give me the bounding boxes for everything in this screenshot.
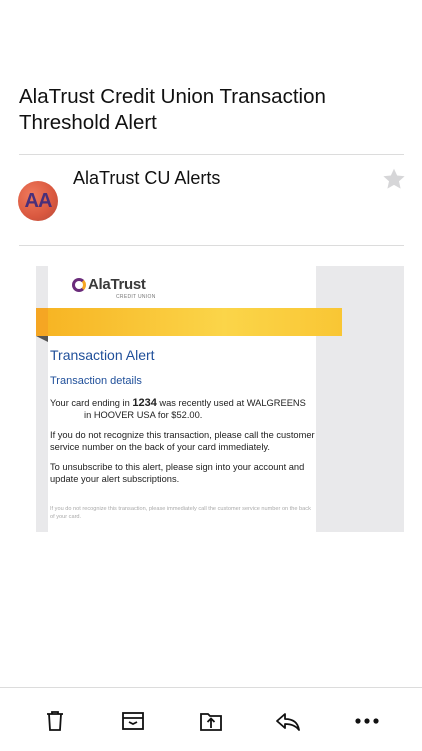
p1-mid: was recently used at WALGREENS [156, 398, 306, 408]
email-card: AlaTrust CREDIT UNION Transaction Alert … [36, 266, 342, 532]
unsubscribe-paragraph: To unsubscribe to this alert, please sig… [50, 462, 305, 484]
archive-icon[interactable] [118, 706, 148, 736]
p1-start: Your card ending in [50, 398, 133, 408]
bottom-toolbar [0, 687, 422, 751]
reply-icon[interactable] [273, 706, 303, 736]
trash-icon[interactable] [40, 706, 70, 736]
p1-end: in HOOVER USA for $52.00. [84, 409, 203, 420]
sender-name[interactable]: AlaTrust CU Alerts [73, 168, 220, 189]
sender-avatar[interactable]: AA [18, 181, 58, 221]
logo-subtext: CREDIT UNION [116, 294, 156, 300]
more-icon[interactable] [352, 706, 382, 736]
avatar-initials: AA [24, 189, 53, 212]
alert-title: Transaction Alert [50, 347, 155, 363]
message-subject: AlaTrust Credit Union Transaction Thresh… [19, 85, 326, 134]
details-title: Transaction details [50, 375, 142, 387]
fine-print: If you do not recognize this transaction… [50, 506, 311, 520]
star-icon[interactable] [381, 166, 407, 192]
transaction-paragraph: Your card ending in 1234 was recently us… [50, 397, 318, 421]
logo-text: AlaTrust [88, 276, 146, 293]
yellow-banner [48, 308, 342, 336]
divider [19, 245, 404, 246]
logo-mark-icon [72, 278, 86, 292]
divider [19, 154, 404, 155]
recognize-paragraph: If you do not recognize this transaction… [50, 430, 315, 452]
move-icon[interactable] [196, 706, 226, 736]
banner-edge [36, 308, 48, 336]
card-last-four: 1234 [132, 397, 157, 409]
banner-fold [36, 336, 48, 342]
email-body: AlaTrust CREDIT UNION Transaction Alert … [36, 266, 404, 532]
